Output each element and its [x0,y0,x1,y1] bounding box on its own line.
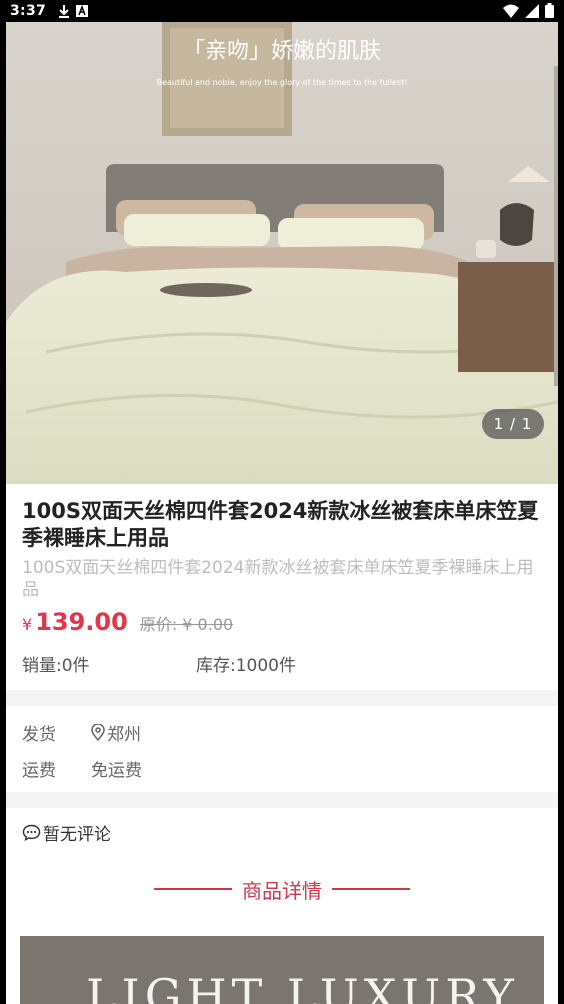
product-subtitle: 100S双面天丝棉四件套2024新款冰丝被套床单床笠夏季裸睡床上用品 [22,558,534,600]
review-text: 暂无评论 [43,825,111,845]
current-price: 139.00 [35,608,128,636]
banner-subtext: Beautiful and noble, enjoy the glory of … [157,78,408,87]
price-row: ¥ 139.00 原价: ¥ 0.00 [22,608,233,636]
detail-image: LIGHT LUXURY [20,936,544,1004]
status-time: 3:37 [10,3,47,19]
shipping-card: 发货 郑州 运费 免运费 [6,706,558,792]
detail-heading: 商品详情 [6,874,558,904]
divider-left [154,888,232,890]
divider-right [332,888,410,890]
product-image-gallery[interactable]: 「亲吻」娇嫩的肌肤 Beautiful and noble, enjoy the… [6,22,558,484]
review-section: 暂无评论 商品详情 LIGHT LUXURY [6,808,558,1004]
shipping-fee-row: 运费 免运费 [22,756,142,781]
ship-from-row: 发货 郑州 [22,720,141,745]
ship-from-label: 发货 [22,725,56,745]
download-icon [59,5,70,18]
location-icon [91,724,105,741]
ship-from-value: 郑州 [107,725,141,745]
product-title: 100S双面天丝棉四件套2024新款冰丝被套床单床笠夏季裸睡床上用品 [22,499,539,550]
signal-icon [525,3,539,18]
product-photo: 「亲吻」娇嫩的肌肤 Beautiful and noble, enjoy the… [6,22,558,484]
shipping-fee-label: 运费 [22,761,56,781]
wifi-icon [503,4,519,18]
detail-image-text: LIGHT LUXURY [86,969,519,1004]
status-bar: 3:37 [0,0,564,22]
detail-heading-text: 商品详情 [242,878,322,903]
original-price: 原价: ¥ 0.00 [139,615,234,634]
comment-icon [22,824,41,841]
battery-icon [545,3,554,18]
banner-text: 「亲吻」娇嫩的肌肤 [183,39,381,64]
product-info-card: 100S双面天丝棉四件套2024新款冰丝被套床单床笠夏季裸睡床上用品 100S双… [6,484,558,690]
stock-count: 库存:1000件 [196,656,296,676]
shipping-fee-value: 免运费 [91,761,142,781]
sales-count: 销量:0件 [22,656,90,676]
font-icon [76,5,89,17]
review-summary[interactable]: 暂无评论 [22,820,111,845]
product-page[interactable]: 「亲吻」娇嫩的肌肤 Beautiful and noble, enjoy the… [6,22,558,1004]
currency-symbol: ¥ [22,615,33,634]
image-counter: 1 / 1 [482,409,544,439]
